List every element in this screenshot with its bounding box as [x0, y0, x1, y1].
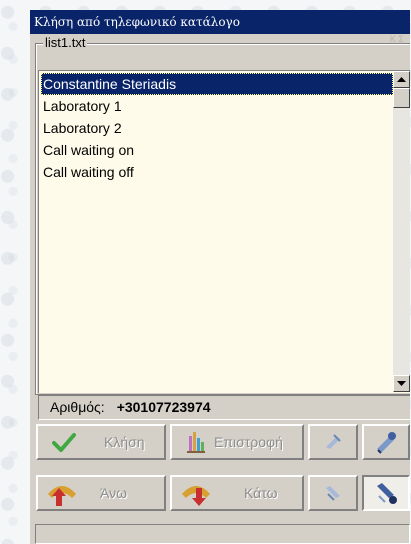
down-button[interactable]: Κάτω — [170, 475, 304, 511]
list-item[interactable]: Laboratory 2 — [41, 117, 393, 139]
handset-right-button[interactable] — [308, 475, 358, 511]
scroll-down-button[interactable] — [393, 375, 410, 392]
window-title: Κλήση από τηλεφωνικό κατάλογο — [30, 10, 410, 34]
number-label: Αριθμός: — [50, 399, 105, 415]
arrow-down-icon — [397, 380, 406, 386]
phone-up-icon — [46, 480, 78, 506]
call-button[interactable]: Κλήση — [36, 424, 166, 460]
scroll-thumb[interactable] — [393, 88, 410, 108]
checkmark-icon — [52, 432, 76, 452]
return-button-label: Επιστροφή — [214, 434, 283, 450]
return-button[interactable]: Επιστροφή — [170, 424, 304, 460]
list-item[interactable]: Call waiting on — [41, 139, 393, 161]
handset-down-button[interactable] — [308, 424, 358, 460]
status-bar — [35, 524, 410, 544]
phonebook-dialog: Κλήση από τηλεφωνικό κατάλογο Κ Σ list1.… — [30, 10, 410, 544]
handset-active-icon — [373, 480, 399, 506]
number-value: +30107723974 — [116, 399, 211, 415]
down-button-label: Κάτω — [244, 485, 278, 501]
phone-down-icon — [180, 480, 212, 506]
phonebook-list[interactable]: Constantine Steriadis Laboratory 1 Labor… — [38, 70, 410, 393]
number-display: Αριθμός: +30107723974 — [38, 395, 410, 420]
arrow-up-icon — [397, 76, 406, 82]
up-button-label: Άνω — [100, 485, 128, 501]
handset-down-icon — [322, 431, 344, 453]
list-item[interactable]: Constantine Steriadis — [41, 73, 393, 95]
handset-right-icon — [322, 482, 344, 504]
up-button[interactable]: Άνω — [36, 475, 166, 511]
return-icon — [186, 430, 206, 454]
call-button-label: Κλήση — [104, 434, 145, 450]
scroll-up-button[interactable] — [393, 71, 410, 88]
handset-active-button[interactable] — [362, 475, 410, 511]
handset-up-button[interactable] — [362, 424, 410, 460]
list-item[interactable]: Call waiting off — [41, 161, 393, 183]
handset-up-icon — [373, 429, 399, 455]
list-file-label: list1.txt — [43, 35, 88, 51]
list-scrollbar[interactable] — [393, 71, 410, 392]
list-item[interactable]: Laboratory 1 — [41, 95, 393, 117]
